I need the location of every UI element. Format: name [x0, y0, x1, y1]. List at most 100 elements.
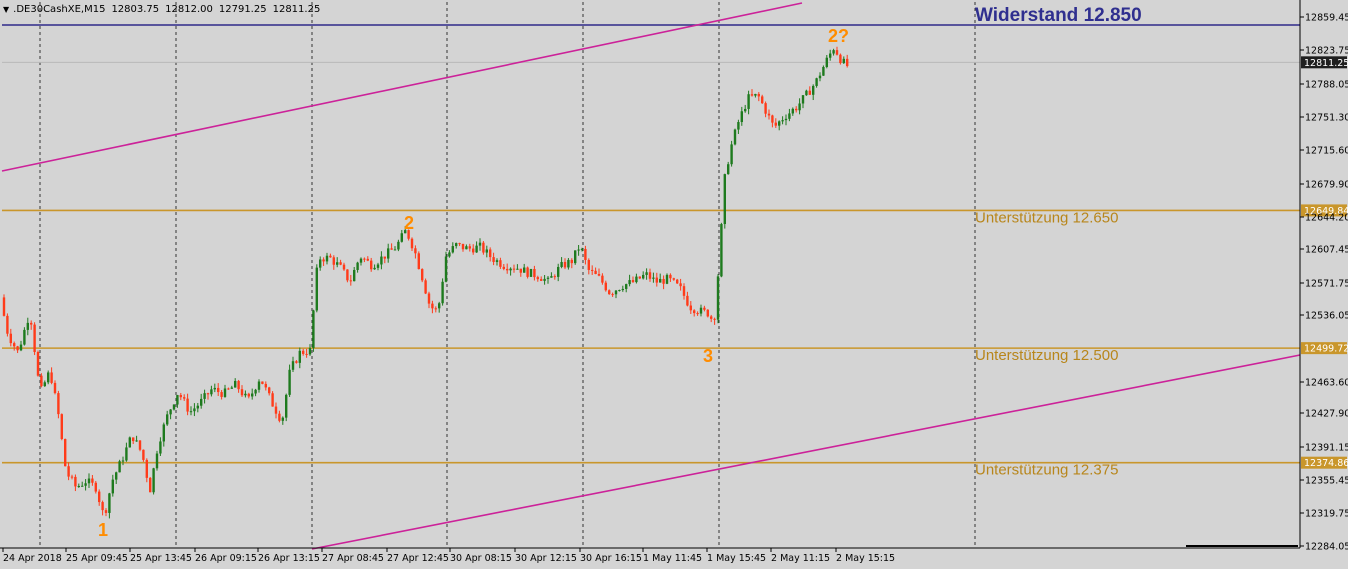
candle-body: [563, 261, 567, 268]
candle-body: [591, 269, 594, 271]
candle-body: [570, 259, 573, 264]
candle-body: [516, 268, 519, 270]
resistance-label-0: Widerstand 12.850: [975, 5, 1142, 26]
candle-body: [560, 261, 563, 267]
candle-body: [315, 267, 318, 311]
x-tick-label-4: 26 Apr 13:15: [258, 553, 320, 564]
candle-body: [414, 248, 417, 254]
candle-body: [438, 303, 441, 309]
candle-body: [461, 243, 465, 250]
candle-body: [115, 472, 118, 480]
candle-body: [594, 270, 597, 274]
x-tick-label-0: 24 Apr 2018: [3, 553, 62, 564]
candle-body: [193, 408, 196, 412]
candle-body: [492, 257, 495, 262]
y-tick-label-3: 12751.30: [1305, 113, 1348, 124]
candle-body: [380, 256, 383, 265]
candle-body: [509, 268, 512, 271]
candle-body: [30, 322, 33, 325]
candle-body: [444, 256, 448, 282]
candle-body: [795, 108, 798, 111]
candle-body: [53, 382, 57, 394]
candle-body: [468, 246, 471, 249]
y-tick-label-13: 12391.15: [1305, 443, 1348, 454]
candle-body: [832, 50, 835, 54]
candle-body: [614, 290, 618, 295]
support-label-2: Unterstützung 12.500: [975, 347, 1118, 364]
candle-body: [740, 111, 743, 123]
candle-body: [36, 352, 40, 376]
y-tick-label-14: 12355.45: [1305, 476, 1348, 487]
candle-body: [74, 476, 77, 487]
candle-body: [67, 466, 70, 477]
candle-body: [621, 288, 624, 291]
candle-body: [750, 94, 754, 96]
candle-body: [761, 96, 764, 104]
candle-body: [179, 395, 182, 398]
candle-body: [101, 502, 104, 511]
y-tick-label-2: 12788.05: [1305, 80, 1348, 91]
candle-body: [526, 267, 529, 277]
candle-body: [19, 344, 23, 351]
candle-body: [104, 510, 108, 513]
candle-body: [50, 372, 53, 383]
x-tick-label-7: 30 Apr 08:15: [450, 553, 512, 564]
candle-body: [808, 90, 811, 95]
candle-body: [835, 50, 839, 55]
candle-body: [631, 280, 635, 283]
candle-body: [557, 266, 560, 277]
candle-body: [81, 485, 84, 487]
candle-body: [349, 280, 352, 282]
candle-body: [536, 277, 539, 280]
candle-body: [584, 248, 587, 260]
candle-body: [574, 250, 577, 264]
candle-body: [659, 278, 662, 283]
chart-header: ▼ .DE30CashXE,M15 12803.75 12812.00 12791.25…: [3, 4, 326, 15]
candle-body: [754, 93, 757, 96]
candle-body: [662, 278, 665, 284]
candle-body: [98, 491, 101, 503]
candle-body: [737, 122, 740, 130]
candle-body: [261, 381, 264, 384]
candle-body: [213, 387, 216, 390]
candle-body: [543, 278, 546, 281]
candle-body: [142, 449, 145, 460]
candle-body: [550, 276, 553, 278]
candle-body: [597, 273, 601, 276]
candle-body: [268, 387, 271, 394]
candle-body: [359, 258, 363, 263]
candle-body: [203, 393, 206, 399]
candle-body: [540, 279, 543, 281]
channel-line-0: [1, 2, 803, 172]
candle-body: [611, 294, 614, 296]
symbol-menu-icon[interactable]: ▼: [3, 5, 9, 14]
candle-body: [829, 53, 832, 58]
candle-body: [200, 398, 203, 406]
candle-body: [339, 262, 342, 265]
candle-body: [519, 268, 522, 273]
candle-body: [400, 233, 403, 242]
x-tick-label-11: 1 May 15:45: [707, 553, 766, 564]
candle-body: [774, 122, 777, 126]
candle-body: [580, 248, 584, 250]
symbol-label: .DE30CashXE,M15: [13, 4, 106, 15]
candle-body: [839, 54, 842, 64]
candle-body: [43, 382, 46, 387]
candle-body: [696, 313, 699, 315]
candle-body: [458, 243, 461, 245]
candle-body: [247, 393, 250, 397]
candle-body: [689, 305, 692, 311]
candle-body: [733, 129, 737, 145]
price-chart[interactable]: 12649.8412499.7212374.8612859.4512823.75…: [0, 0, 1348, 569]
ohlc-open: 12803.75: [111, 4, 160, 15]
candle-body: [60, 414, 63, 440]
ohlc-high: 12812.00: [165, 4, 213, 15]
candle-body: [465, 246, 468, 250]
ohlc-low: 12791.25: [218, 4, 267, 15]
x-tick-label-6: 27 Apr 12:45: [387, 553, 449, 564]
support-label-3: Unterstützung 12.375: [975, 462, 1118, 479]
candle-body: [135, 440, 138, 442]
y-tick-label-4: 12715.60: [1305, 146, 1348, 157]
candle-body: [485, 249, 488, 253]
candle-body: [791, 108, 794, 114]
